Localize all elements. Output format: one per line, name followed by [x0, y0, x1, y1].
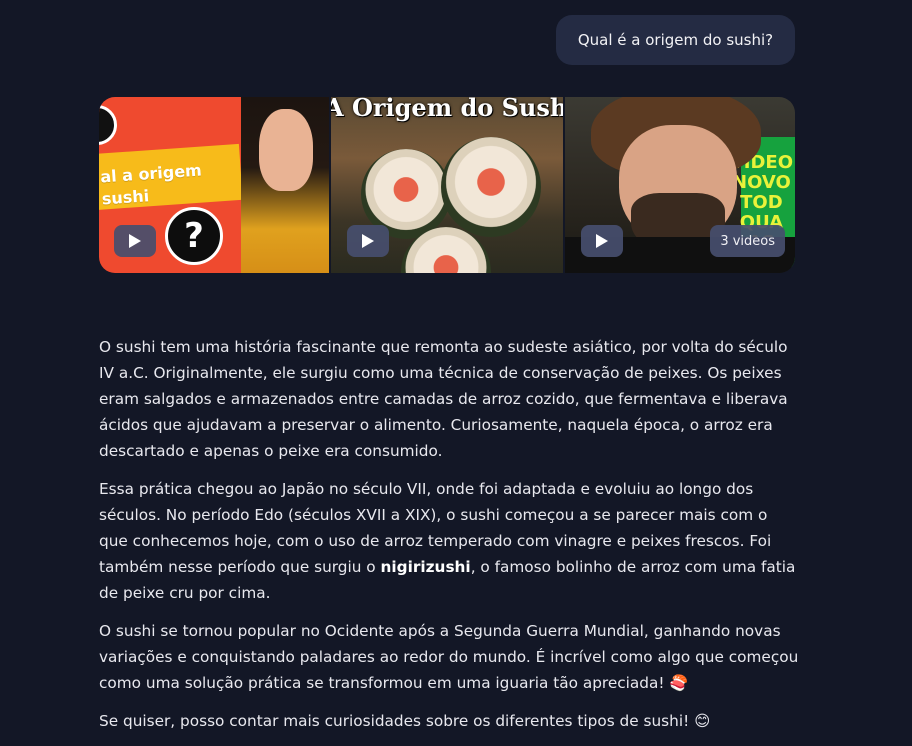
answer-paragraph: Essa prática chegou ao Japão no século V…: [99, 476, 799, 606]
thumbnail-decoration: [99, 105, 117, 145]
play-button[interactable]: [347, 225, 389, 257]
play-icon: [129, 234, 141, 248]
user-message-text: Qual é a origem do sushi?: [577, 31, 774, 49]
assistant-answer: O sushi tem uma história fascinante que …: [99, 334, 799, 746]
video-thumbnail-1[interactable]: al a origem sushi ?: [99, 97, 329, 273]
answer-paragraph: Se quiser, posso contar mais curiosidade…: [99, 712, 711, 730]
play-button[interactable]: [581, 225, 623, 257]
thumbnail-face: [259, 109, 313, 191]
video-thumbnail-3[interactable]: VÍDEO NOVO TOD QUA AS 3 videos: [565, 97, 795, 273]
sign-text-line: NOVO: [732, 172, 791, 193]
answer-paragraph: O sushi se tornou popular no Ocidente ap…: [99, 622, 799, 692]
thumbnail-overlay-text: al a origem sushi: [100, 160, 204, 211]
question-mark-badge: ?: [165, 207, 223, 265]
question-mark-text: ?: [184, 216, 204, 256]
video-count-badge[interactable]: 3 videos: [710, 225, 785, 257]
play-button[interactable]: [114, 225, 156, 257]
play-icon: [362, 234, 374, 248]
thumbnail-title: A Origem do Sushi: [331, 97, 563, 122]
answer-bold-term: nigirizushi: [380, 558, 471, 576]
sign-text-line: TOD: [740, 192, 783, 213]
video-thumbnail-2[interactable]: A Origem do Sushi: [331, 97, 563, 273]
user-message-bubble: Qual é a origem do sushi?: [556, 15, 795, 65]
video-carousel: al a origem sushi ? A Origem do Sushi VÍ…: [99, 97, 795, 273]
play-icon: [596, 234, 608, 248]
thumbnail-sushi-piece: [441, 137, 541, 237]
answer-paragraph: O sushi tem uma história fascinante que …: [99, 338, 788, 460]
